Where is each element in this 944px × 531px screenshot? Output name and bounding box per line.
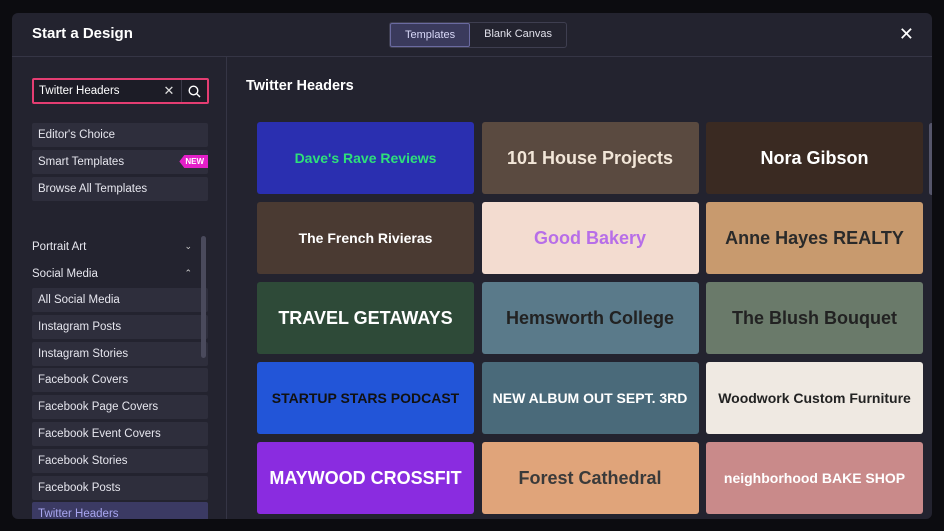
- template-text: neighborhood BAKE SHOP: [723, 470, 906, 486]
- template-text: TRAVEL GETAWAYS: [278, 307, 453, 328]
- template-text: Woodwork Custom Furniture: [718, 390, 911, 406]
- template-card[interactable]: Good Bakery: [481, 202, 699, 274]
- template-card[interactable]: MAYWOOD CROSSFIT: [257, 442, 474, 514]
- sidebar-item-twitter-headers[interactable]: Twitter Headers: [32, 502, 208, 519]
- browse-all-templates[interactable]: Browse All Templates: [32, 177, 208, 201]
- template-text: The Blush Bouquet: [732, 307, 897, 328]
- tab-blank-canvas[interactable]: Blank Canvas: [470, 23, 566, 47]
- close-icon[interactable]: ✕: [899, 24, 914, 45]
- search-input[interactable]: Twitter Headers: [34, 85, 157, 97]
- template-card[interactable]: Dave's Rave Reviews: [257, 122, 474, 194]
- modal-title: Start a Design: [32, 25, 133, 42]
- template-card[interactable]: The French Rivieras: [257, 202, 474, 274]
- template-card[interactable]: Anne Hayes REALTY: [706, 202, 923, 274]
- template-text: Good Bakery: [533, 227, 647, 248]
- template-text: STARTUP STARS PODCAST: [271, 390, 460, 406]
- sidebar-item-instagram-stories[interactable]: Instagram Stories: [32, 341, 208, 366]
- item-label: Browse All Templates: [38, 183, 148, 195]
- template-card[interactable]: Nora Gibson: [706, 122, 923, 194]
- template-card[interactable]: Woodwork Custom Furniture: [706, 362, 923, 434]
- sidebar-item-facebook-stories[interactable]: Facebook Stories: [32, 448, 208, 473]
- sidebar-item-facebook-covers[interactable]: Facebook Covers: [32, 368, 208, 393]
- item-label: Facebook Stories: [38, 454, 128, 467]
- modal-header: Start a Design Templates Blank Canvas ✕: [12, 13, 932, 57]
- template-text: 101 House Projects: [506, 147, 674, 168]
- item-label: Editor's Choice: [38, 129, 115, 141]
- editors-choice[interactable]: Editor's Choice: [32, 123, 208, 147]
- template-text: Forest Cathedral: [518, 467, 662, 488]
- item-label: Smart Templates: [38, 156, 125, 168]
- start-design-modal: Start a Design Templates Blank Canvas ✕ …: [12, 13, 932, 519]
- item-label: Facebook Page Covers: [38, 401, 159, 414]
- category-portrait-art[interactable]: Portrait Art ⌄: [32, 241, 192, 253]
- template-card[interactable]: Hemsworth College: [481, 282, 699, 354]
- item-label: All Social Media: [38, 294, 120, 306]
- chevron-up-icon: ⌃: [184, 268, 192, 278]
- template-card[interactable]: neighborhood BAKE SHOP: [706, 442, 923, 514]
- template-card[interactable]: Forest Cathedral: [481, 442, 699, 514]
- template-text: Anne Hayes REALTY: [725, 227, 904, 248]
- template-text: The French Rivieras: [298, 230, 433, 246]
- sidebar-scrollbar[interactable]: [201, 236, 206, 358]
- tab-templates[interactable]: Templates: [390, 23, 471, 47]
- category-label: Portrait Art: [32, 241, 87, 253]
- item-label: Instagram Stories: [38, 347, 129, 360]
- search-icon[interactable]: [181, 80, 207, 102]
- template-card[interactable]: STARTUP STARS PODCAST: [257, 362, 474, 434]
- sidebar: Twitter Headers ✕ Editor's Choice Smart …: [12, 57, 227, 519]
- template-text: MAYWOOD CROSSFIT: [269, 467, 462, 488]
- item-label: Facebook Posts: [38, 481, 121, 494]
- template-text: Dave's Rave Reviews: [294, 150, 437, 166]
- template-text: Hemsworth College: [505, 307, 675, 328]
- template-card[interactable]: The Blush Bouquet: [706, 282, 923, 354]
- sidebar-item-facebook-posts[interactable]: Facebook Posts: [32, 475, 208, 500]
- category-label: Social Media: [32, 268, 98, 280]
- new-badge: NEW: [179, 155, 208, 168]
- gallery-scrollbar[interactable]: [929, 123, 932, 195]
- template-card[interactable]: 101 House Projects: [481, 122, 699, 194]
- sidebar-item-all-social-media[interactable]: All Social Media: [32, 288, 208, 312]
- clear-icon[interactable]: ✕: [157, 83, 181, 99]
- mode-toggle: Templates Blank Canvas: [389, 22, 568, 48]
- template-card[interactable]: TRAVEL GETAWAYS: [257, 282, 474, 354]
- item-label: Facebook Covers: [38, 374, 129, 387]
- template-text: NEW ALBUM OUT SEPT. 3RD: [492, 390, 688, 406]
- search-box: Twitter Headers ✕: [32, 78, 209, 104]
- chevron-down-icon: ⌄: [184, 241, 192, 251]
- item-label: Facebook Event Covers: [38, 428, 161, 440]
- item-label: Twitter Headers: [38, 508, 119, 519]
- template-card[interactable]: NEW ALBUM OUT SEPT. 3RD: [481, 362, 699, 434]
- category-social-media[interactable]: Social Media ⌃: [32, 268, 192, 280]
- sidebar-item-facebook-page-covers[interactable]: Facebook Page Covers: [32, 395, 208, 420]
- sidebar-item-instagram-posts[interactable]: Instagram Posts: [32, 314, 208, 339]
- smart-templates[interactable]: Smart Templates NEW: [32, 150, 208, 174]
- gallery-title: Twitter Headers: [246, 78, 354, 94]
- template-gallery: Twitter Headers Dave's Rave Reviews 101 H…: [228, 57, 932, 519]
- sidebar-item-facebook-event-covers[interactable]: Facebook Event Covers: [32, 422, 208, 446]
- item-label: Instagram Posts: [38, 320, 122, 333]
- template-text: Nora Gibson: [760, 147, 869, 168]
